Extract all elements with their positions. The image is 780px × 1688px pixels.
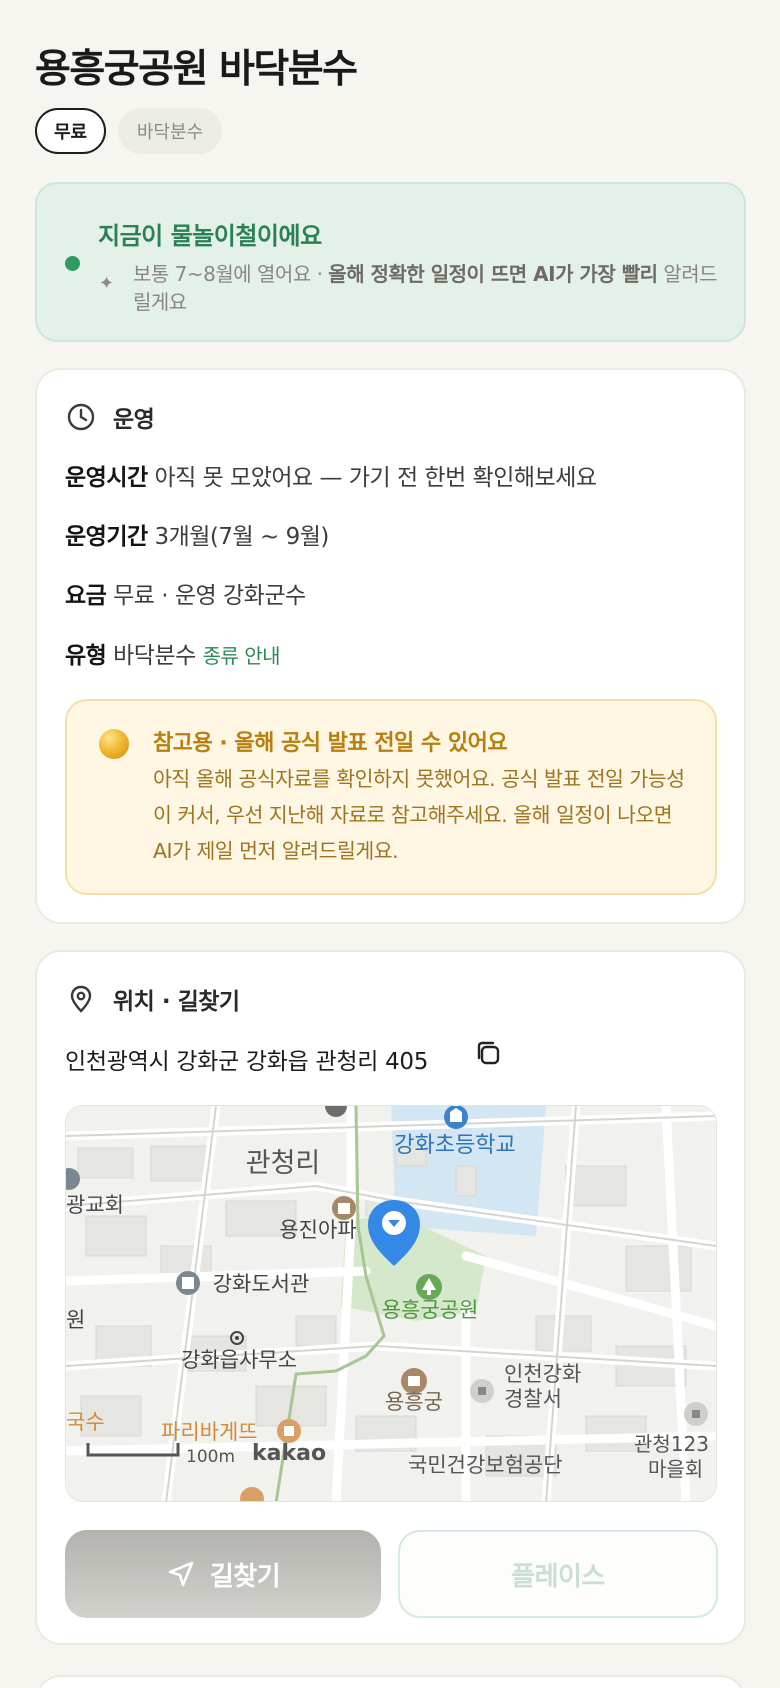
location-header: 위치 · 길찾기 <box>65 982 240 1016</box>
notice-box: 참고용 · 올해 공식 발표 전일 수 있어요 아직 올해 공식자료를 확인하지… <box>65 699 717 895</box>
map-label-office: 강화읍사무소 <box>181 1348 297 1372</box>
season-banner: 지금이 물놀이철이에요 ✦ 보통 7~8월에 열어요 · 올해 정확한 일정이 … <box>35 182 746 342</box>
map-view[interactable]: 강화초등학교 관청리 광교회 용진아파 강화도서관 원 강화읍사무소 용흥궁공원 <box>65 1105 717 1502</box>
map-label-police-2: 경찰서 <box>504 1387 562 1411</box>
notice-title: 참고용 · 올해 공식 발표 전일 수 있어요 <box>153 731 508 756</box>
type-row: 유형 바닥분수 종류 안내 <box>65 636 281 670</box>
hours-row: 운영시간 아직 못 모았어요 — 가기 전 한번 확인해보세요 <box>65 458 597 492</box>
map-label-park: 용흥궁공원 <box>382 1298 479 1322</box>
map-label-won: 원 <box>66 1308 85 1332</box>
location-heading: 위치 · 길찾기 <box>113 989 240 1015</box>
route-button[interactable]: 길찾기 <box>65 1530 381 1618</box>
type-chip[interactable]: 바닥분수 <box>118 108 222 154</box>
price-chip[interactable]: 무료 <box>35 108 106 154</box>
map-label-apartment: 용진아파 <box>279 1218 356 1242</box>
location-card: 위치 · 길찾기 인천광역시 강화군 강화읍 관청리 405 강화초등학교 관청… <box>35 950 746 1645</box>
next-card-edge <box>35 1675 746 1688</box>
map-label-church: 광교회 <box>66 1193 124 1217</box>
moon-icon <box>99 729 129 759</box>
page-title: 용흥궁공원 바닥분수 <box>35 47 358 92</box>
fee-label: 요금 <box>65 583 107 609</box>
clock-icon <box>67 403 95 431</box>
operation-heading: 운영 <box>113 407 155 433</box>
map-label-center-2: 마을회 <box>648 1457 703 1481</box>
season-desc-plain: 보통 7~8월에 열어요 · <box>133 262 329 286</box>
map-label-palace: 용흥궁 <box>385 1390 443 1414</box>
page: 용흥궁공원 바닥분수 무료 바닥분수 지금이 물놀이철이에요 ✦ 보통 7~8월… <box>0 0 780 1688</box>
period-row: 운영기간 3개월(7월 ~ 9월) <box>65 517 329 551</box>
route-button-label: 길찾기 <box>209 1561 281 1592</box>
fee-value: 무료 · 운영 강화군수 <box>113 583 306 609</box>
map-scale-label: 100m <box>186 1447 235 1467</box>
map-label-police-1: 인천강화 <box>504 1362 581 1386</box>
place-button[interactable]: 플레이스 <box>398 1530 718 1618</box>
map-label-bakery: 파리바게뜨 <box>161 1420 258 1444</box>
map-label-library: 강화도서관 <box>213 1272 310 1296</box>
operation-card: 운영 운영시간 아직 못 모았어요 — 가기 전 한번 확인해보세요 운영기간 … <box>35 368 746 924</box>
period-label: 운영기간 <box>65 524 148 550</box>
copy-icon[interactable] <box>473 1038 503 1068</box>
season-desc: 보통 7~8월에 열어요 · 올해 정확한 일정이 뜨면 AI가 가장 빨리 알… <box>133 260 723 316</box>
fee-row: 요금 무료 · 운영 강화군수 <box>65 576 306 610</box>
type-guide-link[interactable]: 종류 안내 <box>203 644 281 668</box>
season-desc-bold: 올해 정확한 일정이 뜨면 AI가 가장 빨리 <box>328 262 658 286</box>
status-dot <box>65 256 80 271</box>
map-label-insurance: 국민건강보험공단 <box>408 1453 563 1477</box>
map-label-area: 관청리 <box>246 1148 321 1179</box>
map-brand-logo: kakao <box>252 1441 326 1466</box>
map-label-noodle: 국수 <box>66 1410 105 1434</box>
map-canvas[interactable]: 강화초등학교 관청리 광교회 용진아파 강화도서관 원 강화읍사무소 용흥궁공원 <box>66 1106 717 1502</box>
map-pin-icon <box>70 985 92 1013</box>
type-label: 유형 <box>65 643 107 669</box>
map-label-school: 강화초등학교 <box>394 1133 515 1158</box>
navigation-icon <box>168 1561 194 1587</box>
address-text: 인천광역시 강화군 강화읍 관청리 405 <box>65 1049 429 1075</box>
notice-body: 아직 올해 공식자료를 확인하지 못했어요. 공식 발표 전일 가능성이 커서,… <box>153 767 685 863</box>
map-label-center-1: 관청123 <box>634 1432 709 1456</box>
hours-value: 아직 못 모았어요 — 가기 전 한번 확인해보세요 <box>154 465 597 491</box>
operation-header: 운영 <box>65 400 155 434</box>
sparkle-icon: ✦ <box>99 273 115 294</box>
hours-label: 운영시간 <box>65 465 148 491</box>
season-title: 지금이 물놀이철이에요 <box>98 222 322 250</box>
type-value: 바닥분수 <box>113 643 196 669</box>
period-value: 3개월(7월 ~ 9월) <box>154 524 329 550</box>
